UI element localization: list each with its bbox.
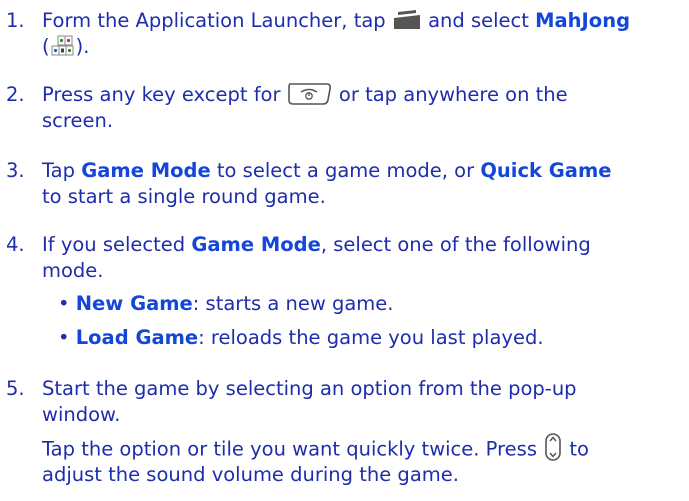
- step-2-line-2: screen.: [42, 109, 114, 132]
- step-4-line-2: mode.: [42, 259, 104, 282]
- step-4-line-1: If you selected Game Mode, select one of…: [42, 233, 591, 256]
- bullet-item: • Load Game: reloads the game you last p…: [58, 326, 544, 349]
- start-menu-icon: [392, 9, 422, 30]
- bullet-marker: •: [58, 292, 70, 315]
- step-number: 3.: [6, 159, 25, 182]
- step-5-para-line-2: adjust the sound volume during the game.: [42, 463, 459, 486]
- bullet-item: • New Game: starts a new game.: [58, 292, 394, 315]
- step-5-line-2: window.: [42, 403, 121, 426]
- step-number: 1.: [6, 9, 25, 32]
- step-2-line-1: Press any key except for or tap anywhere…: [42, 82, 568, 106]
- mahjong-app-icon: [50, 35, 76, 57]
- step-1-line-2: ( ).: [42, 35, 90, 58]
- bullet-marker: •: [58, 326, 70, 349]
- end-key-icon: [287, 82, 333, 106]
- step-number: 2.: [6, 83, 25, 106]
- step-1-line-1: Form the Application Launcher, tap and s…: [42, 9, 631, 32]
- step-number: 4.: [6, 233, 25, 256]
- step-5-line-1: Start the game by selecting an option fr…: [42, 377, 577, 400]
- volume-key-icon: [543, 433, 563, 461]
- step-number: 5.: [6, 377, 25, 400]
- step-3-line-2: to start a single round game.: [42, 185, 326, 208]
- step-5-para-line-1: Tap the option or tile you want quickly …: [42, 433, 589, 464]
- instruction-page: 1. Form the Application Launcher, tap an…: [0, 0, 689, 501]
- step-3-line-1: Tap Game Mode to select a game mode, or …: [42, 159, 612, 182]
